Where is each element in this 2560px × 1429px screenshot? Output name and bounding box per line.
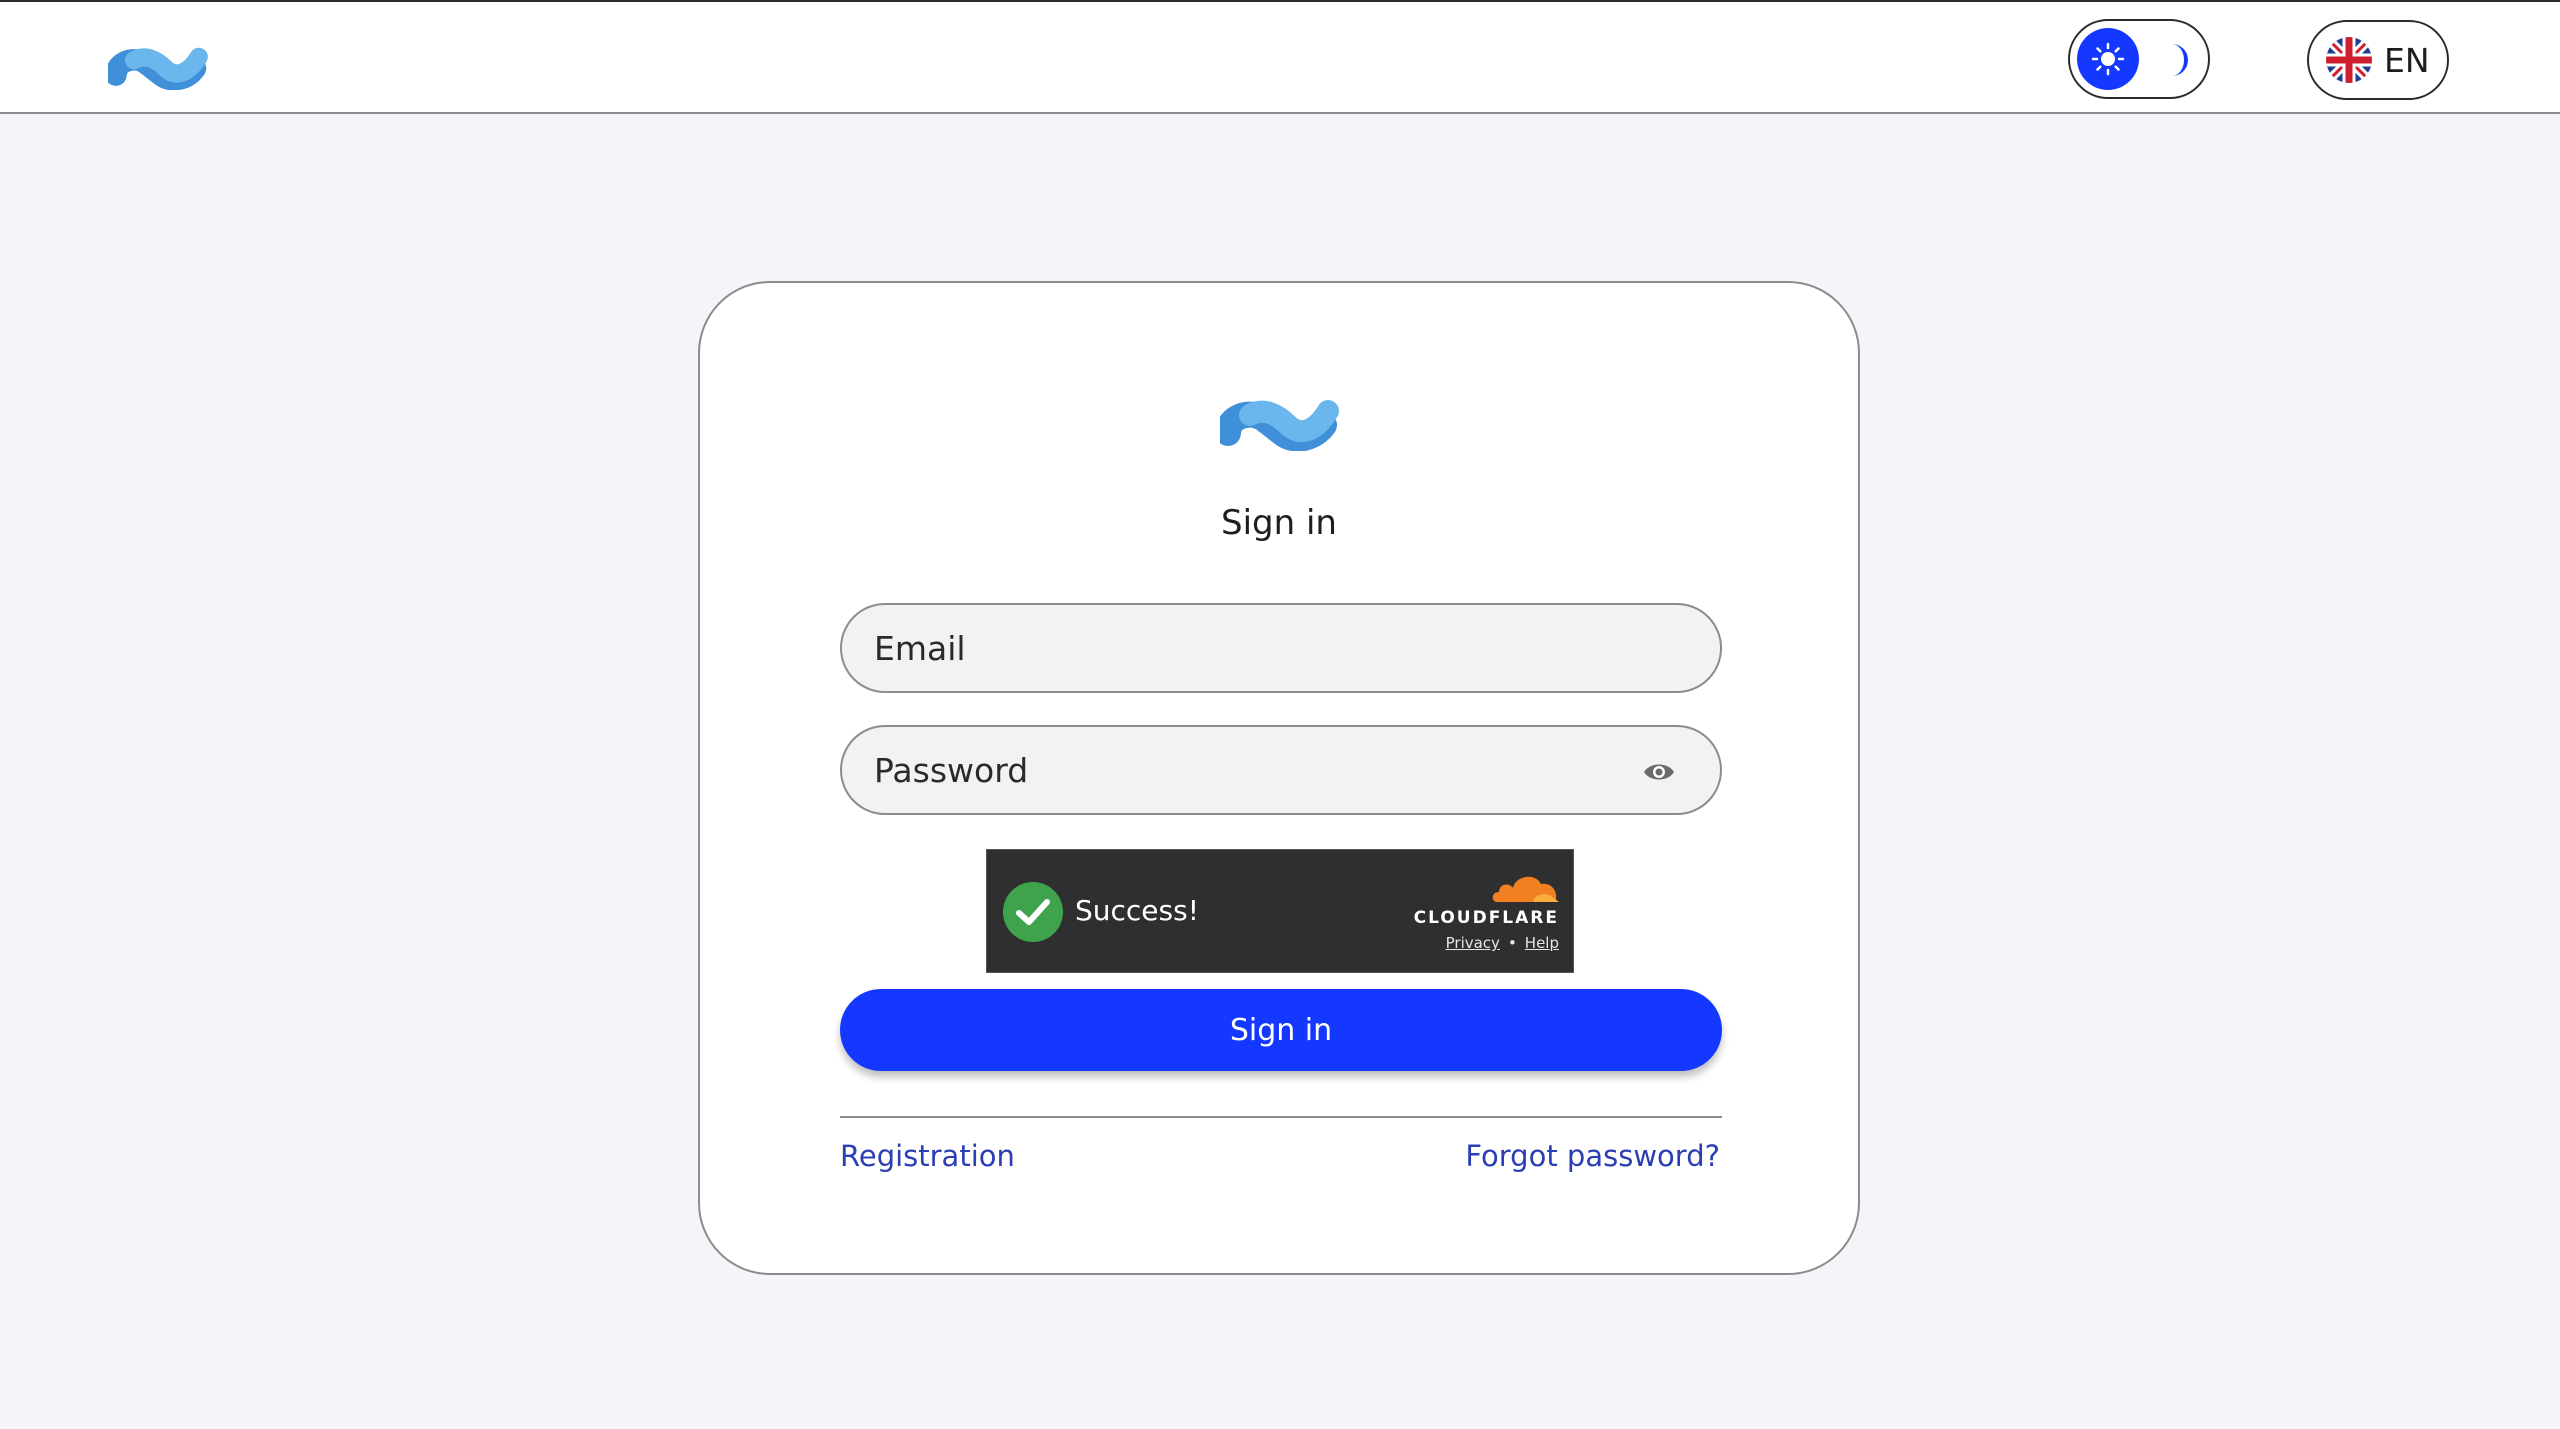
captcha-links: Privacy • Help: [1446, 934, 1559, 952]
check-circle-icon: [1003, 882, 1063, 942]
signin-button[interactable]: Sign in: [840, 989, 1722, 1071]
password-input[interactable]: [872, 749, 1632, 791]
sun-icon[interactable]: [2077, 28, 2139, 90]
eye-icon[interactable]: [1642, 757, 1676, 787]
help-link[interactable]: Help: [1525, 934, 1559, 952]
forgot-password-link[interactable]: Forgot password?: [1465, 1139, 1720, 1173]
page-title: Sign in: [1221, 503, 1337, 543]
link-separator: •: [1507, 934, 1517, 952]
top-header: EN: [0, 0, 2560, 114]
registration-link[interactable]: Registration: [840, 1139, 1015, 1173]
captcha-status: Success!: [1075, 894, 1199, 927]
brand-logo-icon[interactable]: [108, 32, 210, 90]
password-field[interactable]: [840, 725, 1722, 815]
email-field[interactable]: [840, 603, 1722, 693]
signin-card: Sign in Success! CLOUDFLARE Privacy • Help…: [698, 281, 1860, 1275]
theme-toggle[interactable]: [2068, 19, 2210, 99]
language-label: EN: [2384, 40, 2430, 80]
cloudflare-cloud-icon: [1492, 876, 1559, 902]
divider: [840, 1116, 1722, 1118]
captcha-widget[interactable]: Success! CLOUDFLARE Privacy • Help: [986, 849, 1574, 973]
email-input[interactable]: [872, 627, 1632, 669]
cloudflare-logo: CLOUDFLARE: [1413, 908, 1559, 928]
language-selector[interactable]: EN: [2307, 20, 2449, 100]
brand-logo-icon: [1220, 400, 1339, 451]
uk-flag-icon: [2326, 37, 2372, 83]
privacy-link[interactable]: Privacy: [1446, 934, 1500, 952]
moon-icon[interactable]: [2162, 41, 2196, 79]
